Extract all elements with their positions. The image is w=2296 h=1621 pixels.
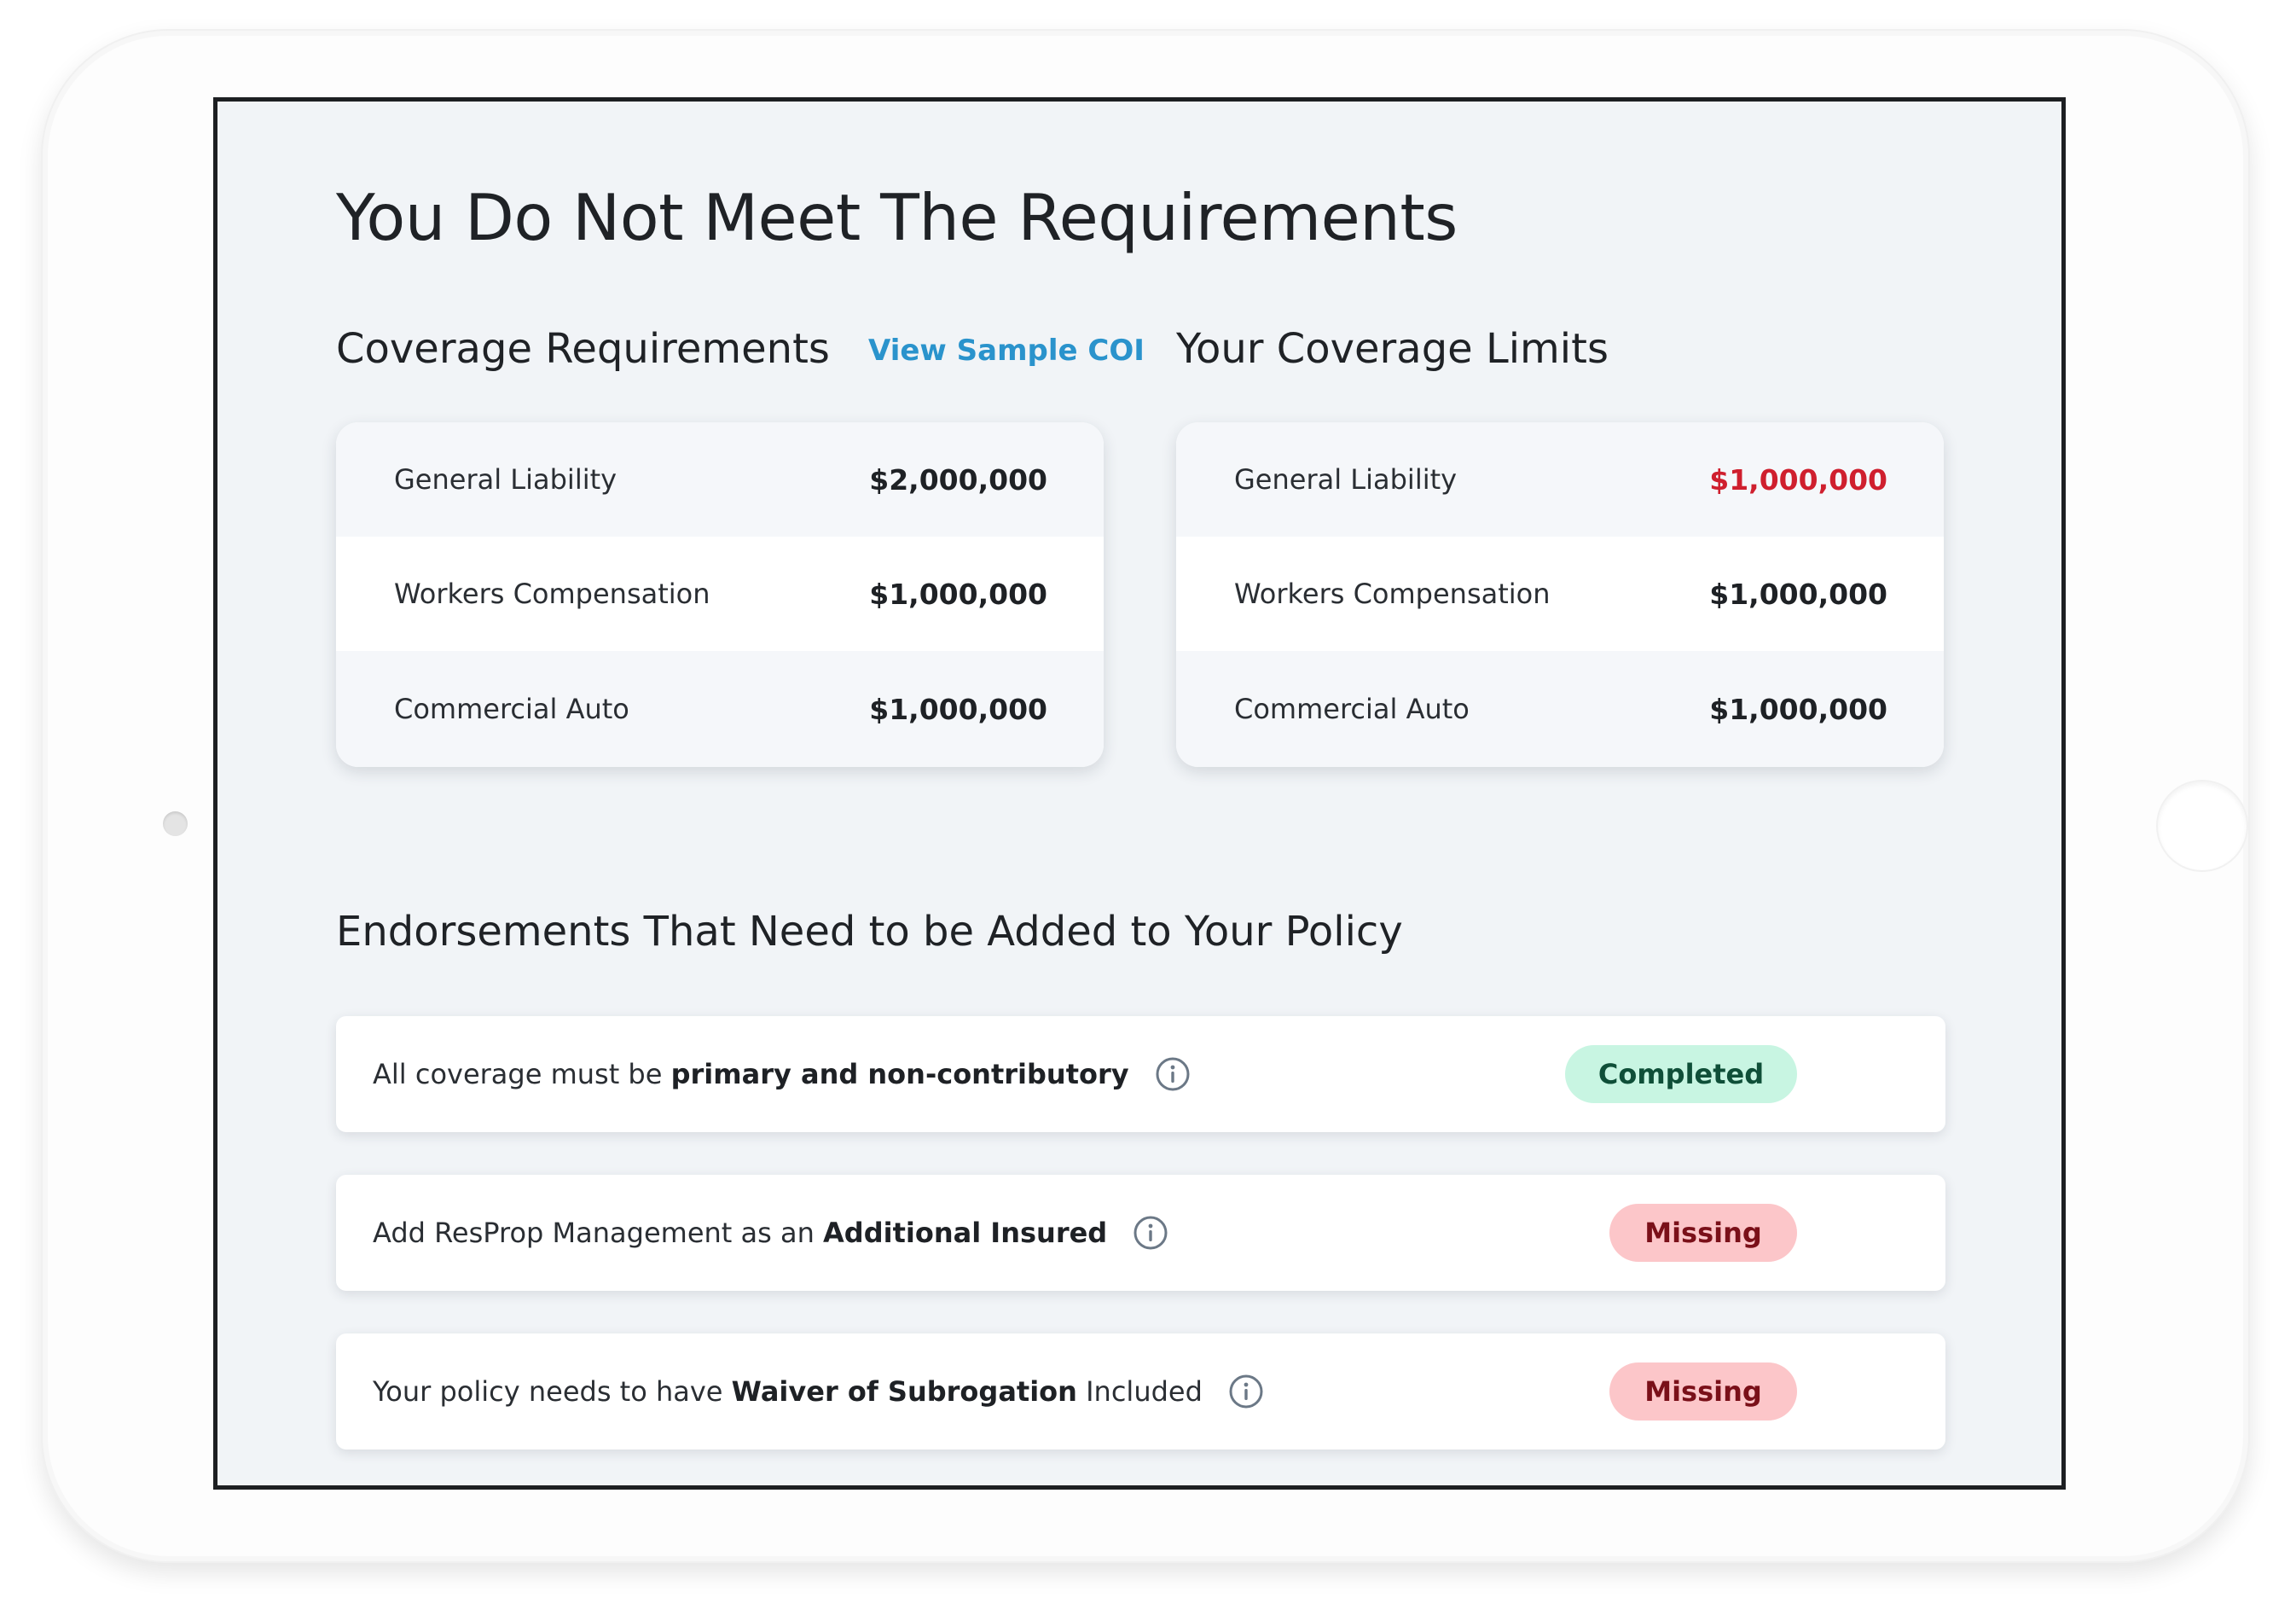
endorsement-text: Add ResProp Management as an Additional … — [373, 1175, 1168, 1291]
home-button[interactable] — [2156, 780, 2248, 872]
app-screen: You Do Not Meet The Requirements Coverag… — [213, 97, 2066, 1490]
coverage-limits-card: General Liability $1,000,000 Workers Com… — [1176, 422, 1944, 767]
endorsement-item-additional-insured: Add ResProp Management as an Additional … — [336, 1175, 1945, 1291]
coverage-value-below-requirement: $1,000,000 — [1709, 462, 1887, 497]
coverage-label: Workers Compensation — [1234, 578, 1551, 610]
endorsement-emphasis: primary and non-contributory — [670, 1058, 1129, 1090]
coverage-requirements-card: General Liability $2,000,000 Workers Com… — [336, 422, 1104, 767]
coverage-label: General Liability — [1234, 463, 1458, 496]
endorsement-prefix: All coverage must be — [373, 1058, 671, 1090]
coverage-label: General Liability — [394, 463, 617, 496]
camera-icon — [163, 811, 188, 836]
page-title: You Do Not Meet The Requirements — [336, 180, 1458, 255]
endorsement-text: Your policy needs to have Waiver of Subr… — [373, 1333, 1264, 1450]
limit-row-commercial-auto: Commercial Auto $1,000,000 — [1176, 651, 1944, 767]
endorsement-suffix: Included — [1076, 1375, 1203, 1408]
endorsement-text: All coverage must be primary and non-con… — [373, 1016, 1191, 1132]
endorsement-emphasis: Additional Insured — [823, 1217, 1108, 1249]
status-badge-missing: Missing — [1609, 1362, 1797, 1421]
endorsement-emphasis: Waiver of Subrogation — [731, 1375, 1077, 1408]
coverage-value: $1,000,000 — [869, 692, 1047, 726]
coverage-value: $2,000,000 — [869, 462, 1047, 497]
limit-row-workers-compensation: Workers Compensation $1,000,000 — [1176, 537, 1944, 651]
coverage-value: $1,000,000 — [1709, 577, 1887, 611]
info-circle-icon[interactable] — [1155, 1056, 1191, 1092]
requirement-row-commercial-auto: Commercial Auto $1,000,000 — [336, 651, 1104, 767]
coverage-label: Commercial Auto — [394, 693, 629, 725]
endorsement-prefix: Your policy needs to have — [373, 1375, 732, 1408]
info-circle-icon[interactable] — [1133, 1215, 1168, 1251]
view-sample-coi-link[interactable]: View Sample COI — [868, 334, 1145, 368]
coverage-label: Workers Compensation — [394, 578, 710, 610]
coverage-requirements-heading: Coverage Requirements — [336, 325, 830, 373]
endorsement-prefix: Add ResProp Management as an — [373, 1217, 824, 1249]
limit-row-general-liability: General Liability $1,000,000 — [1176, 422, 1944, 537]
coverage-limits-heading: Your Coverage Limits — [1176, 325, 1609, 373]
info-circle-icon[interactable] — [1228, 1374, 1264, 1409]
endorsement-item-waiver-of-subrogation: Your policy needs to have Waiver of Subr… — [336, 1333, 1945, 1450]
coverage-value: $1,000,000 — [869, 577, 1047, 611]
coverage-label: Commercial Auto — [1234, 693, 1470, 725]
status-badge-missing: Missing — [1609, 1204, 1797, 1262]
status-badge-completed: Completed — [1565, 1045, 1797, 1103]
requirement-row-workers-compensation: Workers Compensation $1,000,000 — [336, 537, 1104, 651]
requirement-row-general-liability: General Liability $2,000,000 — [336, 422, 1104, 537]
coverage-value: $1,000,000 — [1709, 692, 1887, 726]
endorsements-heading: Endorsements That Need to be Added to Yo… — [336, 908, 1403, 956]
endorsement-item-primary-non-contributory: All coverage must be primary and non-con… — [336, 1016, 1945, 1132]
